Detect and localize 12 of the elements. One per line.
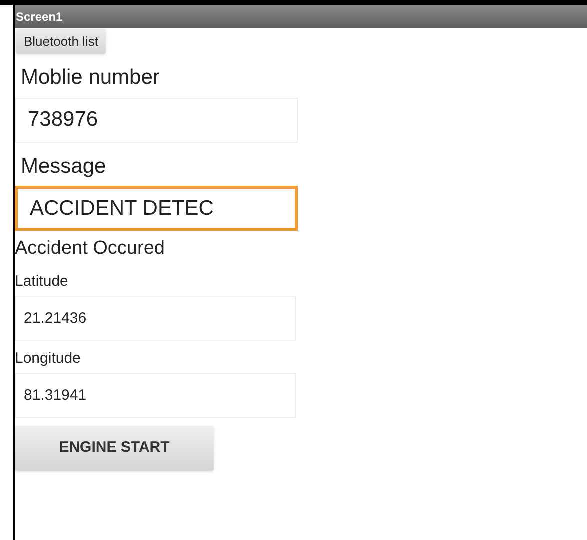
input-field[interactable]: 81.31941 [15, 372, 296, 418]
field-label: Longitude [15, 350, 81, 366]
status-text: Accident Occured [15, 238, 165, 259]
input-field[interactable]: 21.21436 [15, 296, 296, 340]
engine-start-button[interactable]: ENGINE START [15, 426, 214, 470]
input-field[interactable]: ACCIDENT DETEC [15, 186, 298, 231]
field-label: Latitude [15, 272, 68, 290]
field-label: Message [21, 154, 106, 178]
input-field[interactable]: 738976 [15, 98, 298, 142]
window-title: Screen1 [16, 8, 63, 26]
bluetooth-list-button[interactable]: Bluetooth list [16, 29, 106, 54]
field-label: Moblie number [21, 66, 160, 89]
